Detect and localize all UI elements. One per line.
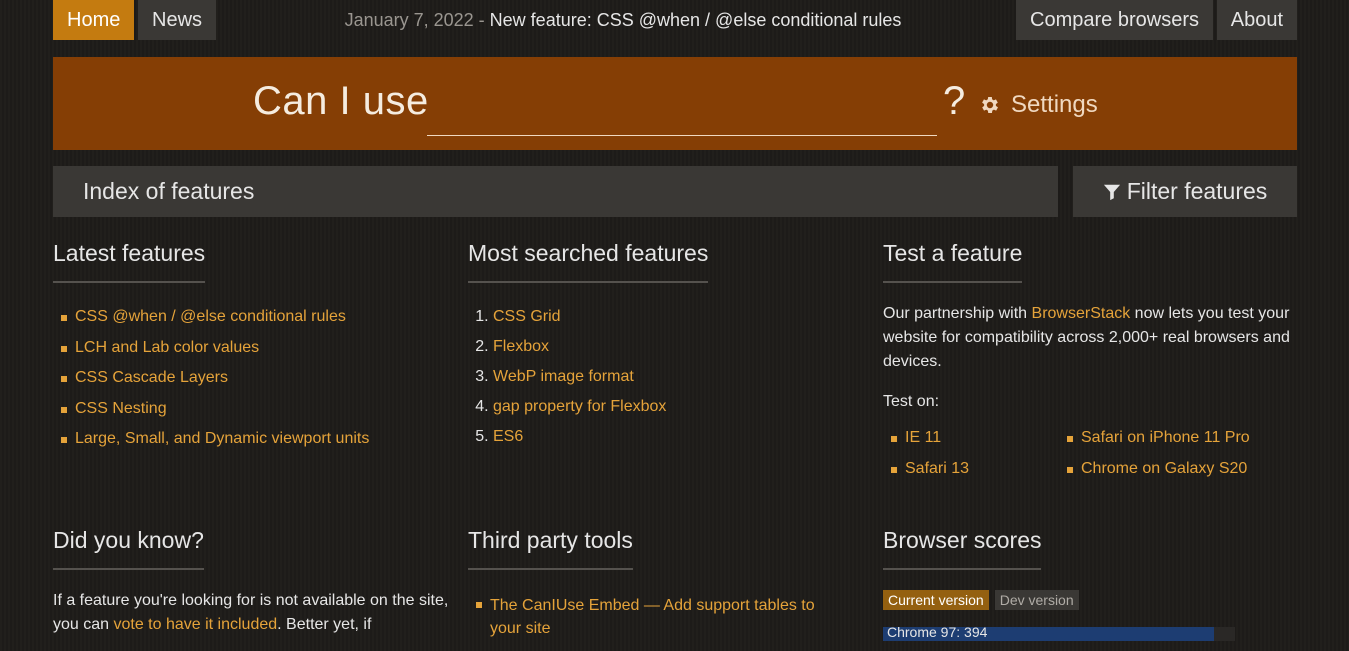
did-you-know-section: Did you know? If a feature you're lookin… [53, 527, 453, 637]
did-you-know-text: If a feature you're looking for is not a… [53, 589, 453, 637]
search-input[interactable] [427, 77, 937, 136]
list-item: WebP image format [493, 367, 868, 387]
test-browser-link[interactable]: Chrome on Galaxy S20 [1081, 460, 1247, 477]
tab-current-version[interactable]: Current version [883, 590, 989, 610]
did-you-know-text-2: . Better yet, if [277, 616, 372, 633]
top-nav: Home News January 7, 2022 - New feature:… [53, 0, 1297, 40]
latest-feature-link[interactable]: LCH and Lab color values [75, 339, 259, 356]
browserstack-link[interactable]: BrowserStack [1032, 305, 1131, 322]
filter-features-button[interactable]: Filter features [1073, 166, 1297, 217]
third-party-tool-link[interactable]: The CanIUse Embed — Add support tables t… [490, 597, 815, 637]
latest-feature-link[interactable]: CSS Cascade Layers [75, 369, 228, 386]
most-searched-section: Most searched features CSS Grid Flexbox … [468, 240, 868, 457]
list-item: ES6 [493, 427, 868, 447]
browser-scores-heading: Browser scores [883, 527, 1042, 570]
did-you-know-heading: Did you know? [53, 527, 204, 570]
test-browser-link[interactable]: Safari 13 [905, 460, 969, 477]
filter-features-label: Filter features [1126, 178, 1268, 204]
search-prefix: Can I use [253, 79, 429, 123]
nav-home[interactable]: Home [53, 0, 135, 40]
list-item: Safari 13 [883, 459, 1059, 479]
latest-features-heading: Latest features [53, 240, 206, 283]
score-bar-label: Chrome 97: 394 [887, 627, 988, 640]
list-item: Large, Small, and Dynamic viewport units [53, 429, 453, 449]
list-item: The CanIUse Embed — Add support tables t… [468, 594, 838, 640]
tab-dev-version[interactable]: Dev version [994, 590, 1079, 610]
nav-about[interactable]: About [1216, 0, 1297, 40]
announcement-separator: - [473, 10, 490, 30]
settings-label: Settings [1011, 91, 1098, 118]
most-searched-link[interactable]: CSS Grid [493, 308, 561, 325]
announcement-text[interactable]: New feature: CSS @when / @else condition… [490, 10, 902, 30]
list-item: LCH and Lab color values [53, 338, 453, 358]
test-feature-description: Our partnership with BrowserStack now le… [883, 302, 1297, 374]
third-party-tools-section: Third party tools The CanIUse Embed — Ad… [468, 527, 838, 651]
test-browser-link[interactable]: IE 11 [905, 429, 941, 446]
list-item: CSS Cascade Layers [53, 368, 453, 388]
index-of-features-bar[interactable]: Index of features [53, 166, 1058, 217]
most-searched-link[interactable]: ES6 [493, 428, 523, 445]
third-party-tools-heading: Third party tools [468, 527, 633, 570]
third-party-tools-list: The CanIUse Embed — Add support tables t… [468, 594, 838, 640]
list-item: CSS @when / @else conditional rules [53, 307, 453, 327]
most-searched-list: CSS Grid Flexbox WebP image format gap p… [468, 307, 868, 447]
test-feature-heading: Test a feature [883, 240, 1023, 283]
score-version-tabs: Current version Dev version [883, 590, 1283, 610]
most-searched-link[interactable]: WebP image format [493, 368, 634, 385]
list-item: IE 11 [883, 428, 1059, 448]
nav-news[interactable]: News [138, 0, 217, 40]
list-item: gap property for Flexbox [493, 397, 868, 417]
list-item: CSS Grid [493, 307, 868, 327]
test-on-label: Test on: [883, 393, 940, 410]
most-searched-link[interactable]: Flexbox [493, 338, 549, 355]
list-item: CSS Nesting [53, 399, 453, 419]
most-searched-heading: Most searched features [468, 240, 709, 283]
search-banner: Can I use ? Settings [53, 57, 1297, 150]
test-on-list-1: IE 11 Safari 13 [883, 428, 1059, 489]
browser-scores-section: Browser scores Current version Dev versi… [883, 527, 1283, 641]
latest-feature-link[interactable]: CSS Nesting [75, 400, 167, 417]
score-bar[interactable]: Chrome 97: 394 [883, 627, 1235, 641]
settings-button[interactable]: Settings [979, 91, 1098, 119]
test-feature-section: Test a feature Our partnership with Brow… [883, 240, 1297, 489]
latest-features-list: CSS @when / @else conditional rules LCH … [53, 307, 453, 449]
nav-compare-browsers[interactable]: Compare browsers [1016, 0, 1213, 40]
test-browser-link[interactable]: Safari on iPhone 11 Pro [1081, 429, 1250, 446]
vote-link[interactable]: vote to have it included [113, 616, 277, 633]
most-searched-link[interactable]: gap property for Flexbox [493, 398, 666, 415]
list-item: Chrome on Galaxy S20 [1059, 459, 1250, 479]
gear-icon [982, 97, 998, 113]
test-text-before: Our partnership with [883, 305, 1032, 322]
announcement[interactable]: January 7, 2022 - New feature: CSS @when… [343, 0, 903, 40]
index-of-features-label[interactable]: Index of features [83, 178, 254, 205]
latest-feature-link[interactable]: CSS @when / @else conditional rules [75, 308, 346, 325]
latest-feature-link[interactable]: Large, Small, and Dynamic viewport units [75, 430, 369, 447]
funnel-icon [1103, 184, 1120, 200]
test-on-grid: IE 11 Safari 13 Safari on iPhone 11 Pro … [883, 428, 1297, 489]
announcement-date: January 7, 2022 [344, 10, 474, 30]
list-item: Flexbox [493, 337, 868, 357]
latest-features-section: Latest features CSS @when / @else condit… [53, 240, 453, 460]
list-item: Safari on iPhone 11 Pro [1059, 428, 1250, 448]
test-on-list-2: Safari on iPhone 11 Pro Chrome on Galaxy… [1059, 428, 1250, 489]
search-suffix: ? [943, 79, 966, 123]
